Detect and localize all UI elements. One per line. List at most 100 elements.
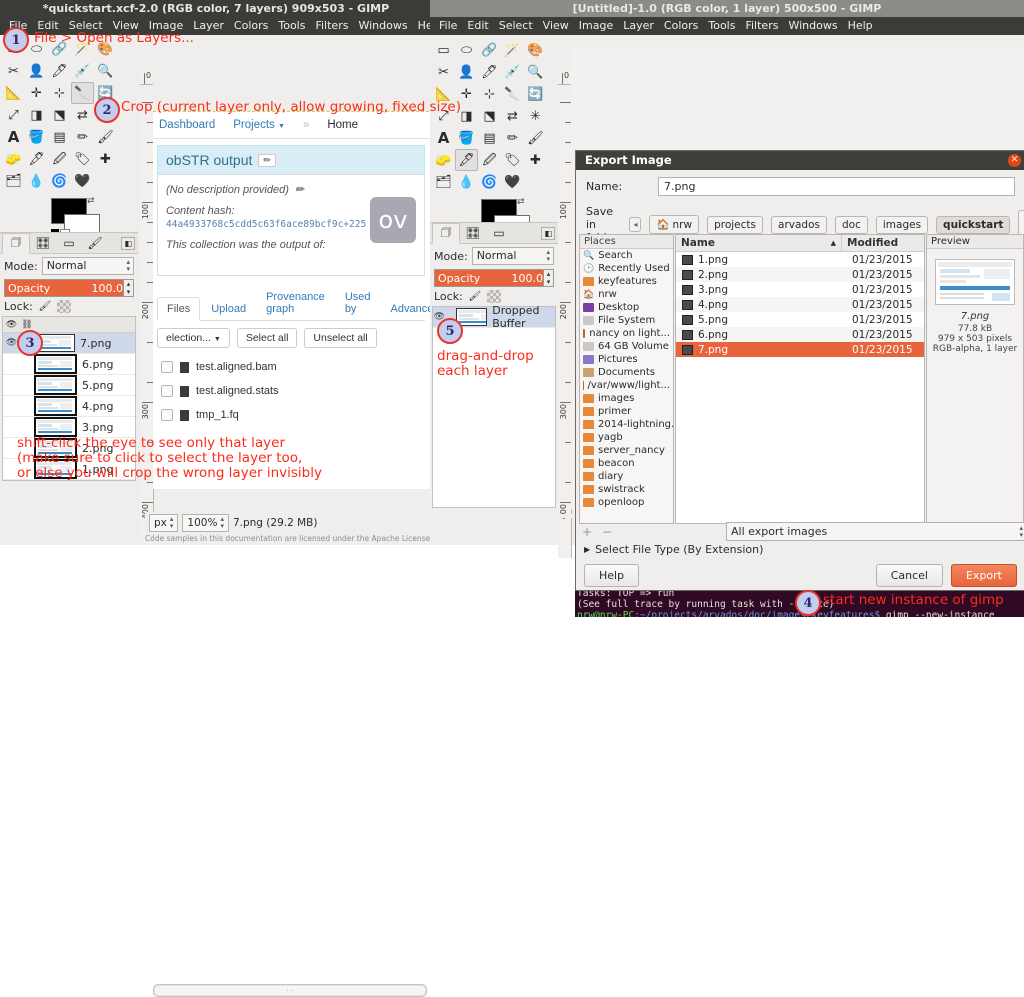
paintbrush-icon[interactable]: 🖌 (524, 127, 547, 149)
dock-tabbar[interactable]: 🗇 🎛 ▭ ◧ (430, 222, 558, 244)
ink-icon[interactable]: 🖉 (48, 148, 71, 170)
export-button[interactable]: Export (951, 564, 1017, 587)
color-picker-icon[interactable]: 💉 (501, 61, 524, 83)
flip-icon[interactable]: ⇄ (71, 104, 94, 126)
export-file-row[interactable]: 2.png01/23/2015 (676, 267, 924, 282)
place-item[interactable]: nancy on light... (580, 327, 673, 340)
place-item[interactable]: 🏠nrw (580, 288, 673, 301)
export-file-row[interactable]: 5.png01/23/2015 (676, 312, 924, 327)
collection-tabs[interactable]: Files Upload Provenance graph Used by Ad… (157, 286, 425, 321)
pencil-icon[interactable]: ✏ (501, 127, 524, 149)
paths-icon[interactable]: 🖊 (48, 60, 71, 82)
help-button[interactable]: Help (584, 564, 639, 587)
cancel-button[interactable]: Cancel (876, 564, 943, 587)
crop-icon[interactable]: 🔪 (71, 82, 94, 104)
move-icon[interactable]: ✛ (25, 82, 48, 104)
tab-channels[interactable]: 🎛 (30, 234, 56, 253)
menu-filters[interactable]: Filters (740, 17, 783, 35)
breadcrumb-doc[interactable]: doc (835, 216, 868, 234)
place-item[interactable]: File System (580, 314, 673, 327)
file-row[interactable]: test.aligned.stats (157, 379, 425, 403)
pencil-icon[interactable]: ✏ (71, 126, 94, 148)
menu-colors[interactable]: Colors (229, 17, 273, 35)
file-row[interactable]: tmp_1.fq (157, 403, 425, 427)
foreground-select-icon[interactable]: 👤 (455, 61, 478, 83)
filename-input[interactable]: 7.png (658, 177, 1015, 196)
layer-row[interactable]: 6.png (3, 354, 135, 375)
place-item[interactable]: 64 GB Volume (580, 340, 673, 353)
breadcrumb-nrw[interactable]: 🏠 nrw (649, 215, 699, 234)
cage-transform-icon[interactable]: ✳ (524, 105, 547, 127)
paths-icon[interactable]: 🖊 (478, 61, 501, 83)
column-name[interactable]: Name ▲ (676, 235, 841, 251)
opacity-spinner[interactable]: ▴▾ (543, 270, 553, 286)
edit-description-pencil-icon[interactable]: ✏ (295, 183, 304, 196)
file-filter-select[interactable]: All export images ▴▾ (726, 522, 1024, 541)
remove-place-button[interactable]: − (602, 525, 612, 539)
webpage-breadcrumb[interactable]: Dashboard Projects ▼ » Home (153, 112, 432, 139)
tab-layers[interactable]: 🗇 (432, 223, 460, 244)
measure-icon[interactable]: 📐 (2, 82, 25, 104)
breadcrumb-quickstart[interactable]: quickstart (936, 216, 1010, 234)
menu-help[interactable]: Help (843, 17, 878, 35)
file-browser-list[interactable]: Name ▲ Modified 1.png01/23/20152.png01/2… (675, 234, 925, 524)
menu-tools[interactable]: Tools (273, 17, 310, 35)
tab-paths[interactable]: ▭ (486, 224, 512, 243)
zoom-icon[interactable]: 🔍 (94, 60, 117, 82)
eraser-icon[interactable]: 🧽 (2, 148, 25, 170)
fuzzy-select-icon[interactable]: 🪄 (501, 39, 524, 61)
menu-windows[interactable]: Windows (353, 17, 412, 35)
place-item[interactable]: beacon (580, 457, 673, 470)
canvas2-ruler-vertical[interactable]: 100 200 300 400 (558, 98, 572, 558)
gradient-icon[interactable]: ▤ (478, 127, 501, 149)
chevron-updown-icon[interactable]: ▴▾ (126, 259, 130, 273)
place-item[interactable]: diary (580, 470, 673, 483)
layer-row[interactable]: 4.png (3, 396, 135, 417)
export-file-row[interactable]: 6.png01/23/2015 (676, 327, 924, 342)
place-item[interactable]: 🔍Search (580, 249, 673, 262)
smudge-icon[interactable]: 🌀 (48, 170, 71, 192)
menu-layer[interactable]: Layer (188, 17, 229, 35)
menu-select[interactable]: Select (494, 17, 538, 35)
ink-icon[interactable]: 🖉 (478, 149, 501, 171)
blur-sharpen-icon[interactable]: 💧 (25, 170, 48, 192)
selection-dropdown[interactable]: election... ▼ (157, 328, 230, 348)
place-item[interactable]: primer (580, 405, 673, 418)
blend-mode-select[interactable]: Normal ▴▾ (42, 257, 134, 275)
blend-mode-select[interactable]: Normal ▴▾ (472, 247, 554, 265)
foreground-select-icon[interactable]: 👤 (25, 60, 48, 82)
export-file-row[interactable]: 7.png01/23/2015 (676, 342, 924, 357)
gimp-second-menubar[interactable]: File Edit Select View Image Layer Colors… (430, 17, 1024, 35)
opacity-spinner[interactable]: ▴▾ (123, 280, 133, 296)
gimp-main-canvas[interactable]: Dashboard Projects ▼ » Home obSTR output… (153, 49, 432, 489)
file-row[interactable]: test.aligned.bam (157, 355, 425, 379)
menu-view[interactable]: View (538, 17, 574, 35)
opacity-slider[interactable]: Opacity 100.0 ▴▾ (434, 269, 554, 287)
menu-file[interactable]: File (434, 17, 462, 35)
place-item[interactable]: 2014-lightning... (580, 418, 673, 431)
layer-row[interactable]: 5.png (3, 375, 135, 396)
file-name[interactable]: test.aligned.stats (196, 385, 279, 397)
alignment-icon[interactable]: ⊹ (48, 82, 71, 104)
chevron-updown-icon[interactable]: ▴▾ (1019, 525, 1023, 539)
dock-tabbar[interactable]: 🗇 🎛 ▭ 🖌 ◧ (0, 232, 138, 254)
shear-icon[interactable]: ◨ (25, 104, 48, 126)
tab-files[interactable]: Files (157, 297, 200, 321)
lock-alpha-icon[interactable] (487, 290, 501, 303)
perspective-clone-icon[interactable]: 🗂 (432, 171, 455, 193)
place-item[interactable]: server_nancy (580, 444, 673, 457)
tab-used-by[interactable]: Used by (336, 286, 380, 320)
file-list-header[interactable]: Name ▲ Modified (676, 235, 924, 252)
ellipse-select-icon[interactable]: ⬭ (455, 39, 478, 61)
chevron-updown-icon[interactable]: ▴▾ (220, 516, 224, 530)
dodge-burn-icon[interactable]: 🖤 (501, 171, 524, 193)
swap-colors-icon[interactable]: ⇄ (87, 196, 95, 206)
heal-icon[interactable]: ✚ (94, 148, 117, 170)
dock-menu-icon[interactable]: ◧ (121, 237, 135, 250)
place-item[interactable]: Desktop (580, 301, 673, 314)
text-icon[interactable]: A (432, 127, 455, 149)
swap-colors-icon[interactable]: ⇄ (517, 197, 525, 207)
scissors-select-icon[interactable]: ✂ (2, 60, 25, 82)
smudge-icon[interactable]: 🌀 (478, 171, 501, 193)
file-name[interactable]: tmp_1.fq (196, 409, 239, 421)
